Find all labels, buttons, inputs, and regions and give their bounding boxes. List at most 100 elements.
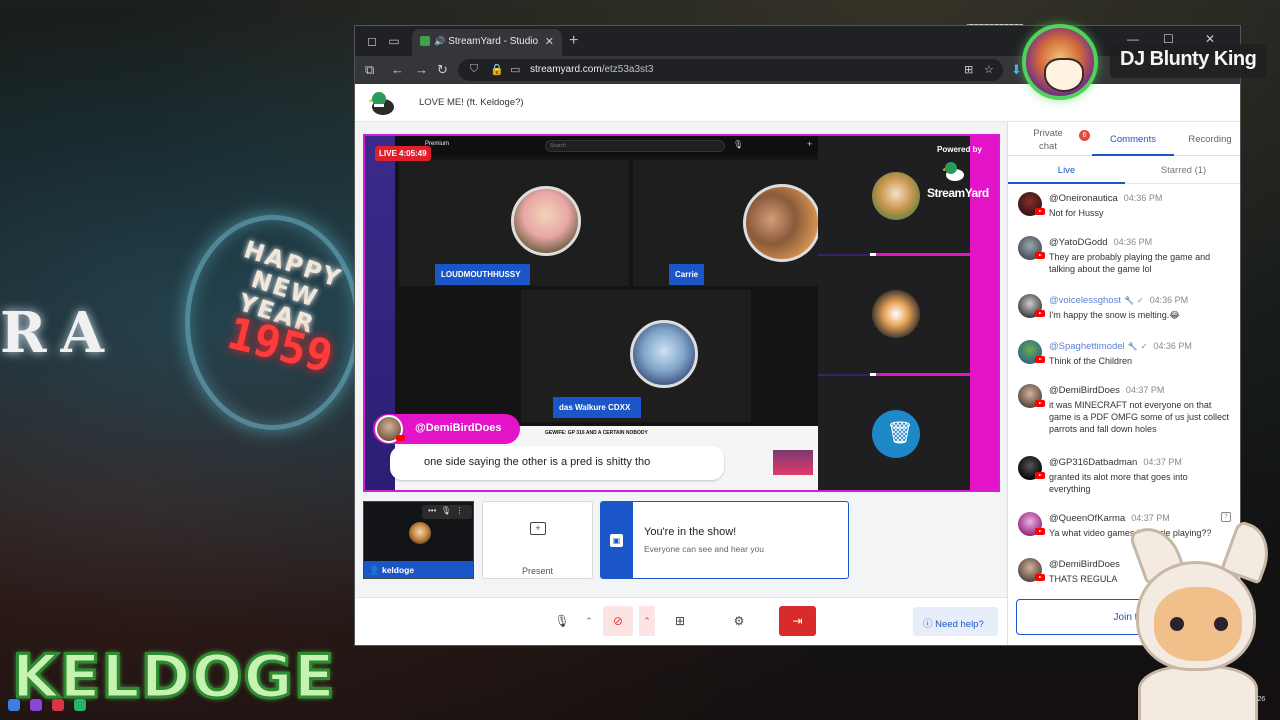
microphone-button[interactable]: 🎙 — [547, 606, 577, 636]
comment-author: @voicelessghost — [1049, 295, 1121, 306]
reader-mode-icon[interactable]: ⊞ — [964, 63, 973, 76]
subtab-starred[interactable]: Starred (1) — [1125, 156, 1240, 184]
tab-private-chat[interactable]: Private chat — [1018, 122, 1078, 156]
participant-video-das-walkure — [630, 320, 698, 388]
self-camera-tile[interactable]: ••• 🎙 ⋮ 👤 keldoge — [363, 501, 474, 579]
dj-avatar — [1022, 24, 1098, 100]
comment-text: Not for Hussy — [1049, 208, 1104, 218]
leave-studio-button[interactable]: ⇥ — [779, 606, 816, 636]
forward-icon[interactable]: → — [415, 62, 428, 77]
comment-author: @QueenOfKarma — [1049, 513, 1126, 524]
video-thumbnail — [773, 450, 813, 475]
studio-control-bar: 🎙 ⌃ ⊘ ⌃ ⊞ ⚙ ⇥ ⓘ Need help? — [355, 597, 1007, 645]
app-icon-3[interactable] — [74, 699, 86, 711]
back-icon[interactable]: ← — [391, 62, 404, 77]
streamyard-logo-text: StreamYard — [927, 186, 989, 200]
verified-icon: ✓ — [1136, 296, 1144, 305]
new-tab-icon[interactable]: + — [569, 32, 578, 50]
app-icon-2[interactable] — [52, 699, 64, 711]
tab-group-icon[interactable]: ▭ — [387, 34, 401, 48]
comment-header: @voicelessghost 🔧 ✓ 04:36 PM — [1049, 295, 1188, 306]
comment-header: @DemiBirdDoes — [1049, 559, 1126, 570]
broadcast-title[interactable]: LOVE ME! (ft. Keldoge?) — [419, 97, 524, 108]
comment-header: @GP316Datbadman 04:37 PM — [1049, 457, 1182, 468]
guest-side-tile: 🗑 — [818, 376, 974, 490]
subtab-live[interactable]: Live — [1008, 156, 1125, 184]
close-tab-icon[interactable]: ✕ — [545, 35, 554, 48]
comment-action-icon[interactable]: ? — [1221, 512, 1231, 522]
comment-header: @DemiBirdDoes 04:37 PM — [1049, 385, 1164, 396]
address-bar[interactable]: ⛉ 🔒 ▭ streamyard.com/etz53a3st3 ⊞ ☆ — [458, 59, 1003, 81]
present-tile[interactable]: + Present — [482, 501, 593, 579]
settings-button[interactable]: ⚙ — [724, 606, 754, 636]
tab-comments[interactable]: Comments — [1092, 122, 1174, 156]
recycle-bin-avatar: 🗑 — [872, 410, 920, 458]
youtube-icon — [396, 435, 405, 441]
url-path: /etz53a3st3 — [601, 64, 654, 75]
browser-titlebar: ◻ ▭ 🔊 StreamYard - Studio ✕ + — ☐ ✕ — [355, 26, 1240, 56]
comment-item[interactable]: @YatoDGodd 04:36 PM They are probably pla… — [1016, 234, 1235, 290]
verified-icon: ✓ — [1140, 342, 1148, 351]
comment-item[interactable]: @Spaghettimodel 🔧 ✓ 04:36 PM Think of the C… — [1016, 338, 1235, 382]
comment-time: 04:36 PM — [1149, 295, 1189, 305]
person-icon: 👤 — [369, 565, 380, 575]
youtube-icon — [1035, 574, 1045, 581]
reload-icon[interactable]: ↻ — [437, 62, 448, 78]
participant-name-tag: Carrie — [669, 264, 705, 285]
comment-header: @Oneironautica 04:36 PM — [1049, 193, 1162, 204]
comment-header: @QueenOfKarma 04:37 PM — [1049, 513, 1170, 524]
shield-icon: ⛉ — [470, 63, 479, 75]
shared-video-title: GEWIFE: GP 316 AND A CERTAIN NOBODY — [545, 430, 648, 436]
mic-options-chevron-icon[interactable]: ⌃ — [581, 606, 597, 636]
comment-item[interactable]: @DemiBirdDoes 04:37 PM it was MINECRAFT n… — [1016, 382, 1235, 452]
comment-text: They are probably playing the game and t… — [1049, 252, 1211, 274]
participant-name-tag: das Walkure CDXX — [553, 397, 641, 418]
in-show-subtitle: Everyone can see and hear you — [644, 544, 765, 554]
app-icon-1[interactable] — [30, 699, 42, 711]
browser-toolbar: ⧉ ← → ↻ ⛉ 🔒 ▭ streamyard.com/etz53a3st3 … — [355, 56, 1240, 84]
url-host: streamyard.com — [530, 64, 602, 75]
youtube-icon — [1035, 356, 1045, 363]
comment-time: 04:36 PM — [1113, 237, 1153, 247]
camera-options-chevron-icon[interactable]: ⌃ — [639, 606, 655, 636]
youtube-icon — [1035, 472, 1045, 479]
streamyard-favicon-icon — [420, 36, 430, 47]
comment-text: I'm happy the snow is melting.😂 — [1049, 310, 1180, 320]
lock-icon: 🔒 — [490, 64, 504, 76]
portrait-icon: ▣ — [610, 534, 623, 547]
powered-by-label: Powered by — [937, 145, 982, 154]
sidebar-icon[interactable]: ⧉ — [365, 62, 374, 78]
comment-item[interactable]: @Oneironautica 04:36 PM Not for Hussy — [1016, 190, 1235, 234]
stage-area: Premium Search 🎙 + LOUDMOUTHHUSSY Carrie… — [355, 122, 1007, 597]
profile-icon[interactable]: ◻ — [365, 34, 379, 48]
bookmark-star-icon[interactable]: ☆ — [984, 63, 994, 76]
browser-tab[interactable]: 🔊 StreamYard - Studio ✕ — [412, 29, 562, 56]
download-icon[interactable]: ⬇ — [1011, 62, 1022, 78]
comment-text: granted its alot more that goes into eve… — [1049, 472, 1188, 494]
self-tile-controls[interactable]: ••• 🎙 ⋮ — [422, 505, 472, 519]
share-screen-button[interactable]: ⊞ — [665, 606, 695, 636]
dj-name-label: DJ Blunty King — [1110, 44, 1267, 78]
comment-author: @GP316Datbadman — [1049, 457, 1138, 468]
comment-time: 04:37 PM — [1143, 457, 1182, 467]
shared-screen-search: Search — [545, 140, 725, 152]
self-name-tag: 👤 keldoge — [364, 561, 473, 578]
start-icon[interactable] — [8, 699, 20, 711]
panel-tabs: Private chat 6 Comments Recording — [1008, 122, 1240, 156]
comment-item[interactable]: @GP316Datbadman 04:37 PM granted its alot… — [1016, 454, 1235, 510]
studio-header: LOVE ME! (ft. Keldoge?) — [355, 84, 1240, 122]
trash-icon: 🗑 — [886, 420, 914, 445]
tab-recording[interactable]: Recording — [1178, 122, 1240, 156]
comment-item[interactable]: @voicelessghost 🔧 ✓ 04:36 PM I'm happy the … — [1016, 292, 1235, 336]
streamyard-duck-logo-icon[interactable] — [369, 90, 397, 116]
site-info-icon: ▭ — [510, 64, 521, 76]
youtube-icon — [1035, 528, 1045, 535]
need-help-button[interactable]: ⓘ Need help? — [913, 607, 998, 636]
need-help-label: Need help? — [935, 619, 984, 630]
participant-name-tag: LOUDMOUTHHUSSY — [435, 264, 530, 285]
camera-off-button[interactable]: ⊘ — [603, 606, 633, 636]
comment-time: 04:36 PM — [1123, 193, 1163, 203]
in-show-status-card: ▣ You're in the show! Everyone can see a… — [600, 501, 849, 579]
participant-video-carrie — [743, 184, 821, 262]
corgi-avatar — [872, 290, 920, 338]
